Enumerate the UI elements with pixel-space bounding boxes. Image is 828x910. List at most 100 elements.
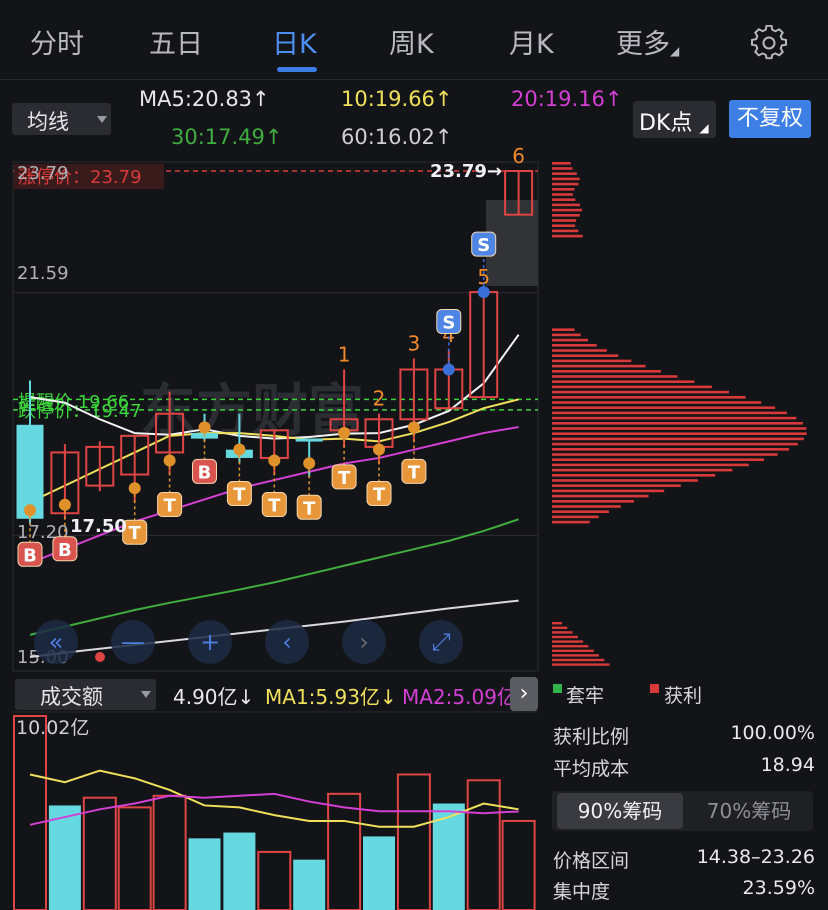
marker-badge-text: T <box>338 468 351 489</box>
concentration-label: 集中度 <box>553 881 611 903</box>
chip-bar <box>552 427 807 430</box>
chevron-right-icon-glyph: › <box>359 628 369 656</box>
chip-bar <box>552 416 797 420</box>
chip-bar <box>552 349 607 352</box>
marker-badge-text: B <box>58 540 72 561</box>
chip-bar <box>552 635 578 639</box>
marker-dot <box>268 454 281 467</box>
volume-bar <box>152 794 187 910</box>
marker-badge-text: T <box>303 498 316 519</box>
volume-value: 4.90亿↓ <box>173 685 255 709</box>
chip-bar <box>552 370 662 373</box>
chip-bar <box>552 494 649 498</box>
chip-bar <box>552 380 695 383</box>
chip-bar <box>552 208 582 212</box>
chip-bar <box>552 520 590 524</box>
marker-dot <box>24 504 36 517</box>
volume-bar <box>293 859 326 910</box>
volume-bar <box>396 773 431 910</box>
kline-chart[interactable]: 东方财富涨停价：23.79提醒价 19.66跌停价：19.4723.7921.5… <box>0 0 828 910</box>
legend-trapped-label: 套牢 <box>566 685 605 707</box>
chip-bar <box>552 654 600 657</box>
chip-bar <box>552 188 575 191</box>
volume-bar <box>188 838 221 910</box>
marker-dot <box>198 421 211 434</box>
chevron-right-icon[interactable]: › <box>342 620 386 664</box>
chip-bar <box>552 489 665 493</box>
chevron-right-icon[interactable]: › <box>510 677 538 711</box>
chip-bar <box>552 500 634 503</box>
chip-bar <box>552 401 762 404</box>
marker-badge-text: S <box>442 312 455 333</box>
price-range-label: 价格区间 <box>553 850 630 872</box>
chip-bar <box>552 658 605 662</box>
candle-body <box>295 438 323 442</box>
zoom-out-icon[interactable]: — <box>111 620 155 664</box>
expand-icon[interactable]: ⤢ <box>419 620 463 664</box>
chip-bar <box>552 354 619 357</box>
marker-dot <box>338 426 351 439</box>
marker-badge-text: T <box>163 496 176 517</box>
volume-indicator-label: 成交额 <box>40 685 103 709</box>
marker-dot <box>233 443 246 456</box>
volume-bar <box>257 850 292 910</box>
chip-bar <box>552 229 579 233</box>
chip-bar <box>552 193 573 196</box>
wave-label: 1 <box>338 342 351 366</box>
volume-bar <box>48 805 81 910</box>
price-range-value: 14.38–23.26 <box>696 846 815 868</box>
chip-bar <box>552 338 589 342</box>
chevrons-left-icon[interactable]: « <box>34 620 78 664</box>
chip-bar <box>552 448 790 451</box>
marker-dot <box>58 498 71 511</box>
chip-bar <box>552 396 746 399</box>
chip-bar <box>552 479 698 482</box>
chip-bar <box>552 442 798 446</box>
marker-dot <box>477 286 490 299</box>
average-cost-label: 平均成本 <box>553 758 630 780</box>
chip-bar <box>552 177 580 181</box>
chip-bar <box>552 385 712 389</box>
chip-bar <box>552 453 778 456</box>
profit-ratio-value: 100.00% <box>730 722 815 744</box>
chip-bar <box>552 167 573 170</box>
chip-bar <box>552 458 765 461</box>
chip-bar <box>552 422 803 425</box>
average-cost-value: 18.94 <box>760 754 815 776</box>
chip-90-button[interactable]: 90%筹码 <box>557 793 683 829</box>
chip-bar <box>552 328 575 331</box>
marker-dot <box>163 454 176 467</box>
chip-bar <box>552 468 733 472</box>
zoom-in-icon[interactable]: + <box>188 620 232 664</box>
wave-label: 3 <box>408 331 421 355</box>
marker-dot <box>407 421 420 434</box>
concentration-value: 23.59% <box>742 877 815 899</box>
legend-swatch-trapped <box>553 684 562 693</box>
volume-ma1-value: MA1:5.93亿↓ <box>265 685 397 709</box>
chip-bar <box>552 172 577 175</box>
marker-badge-text: T <box>129 523 142 544</box>
marker-dot <box>442 363 455 376</box>
volume-bar <box>13 715 47 910</box>
chip-bar <box>552 649 594 652</box>
zoom-out-icon-glyph: — <box>121 628 145 656</box>
volume-indicator-select[interactable]: 成交额 <box>15 679 156 710</box>
legend-swatch-profit <box>650 684 659 693</box>
chip-bar <box>552 162 571 165</box>
chip-bar <box>552 631 573 634</box>
chip-bar <box>552 484 681 487</box>
chip-bar <box>552 406 776 409</box>
chip-bar <box>552 214 580 217</box>
chevron-left-icon[interactable]: ‹ <box>265 620 309 664</box>
chip-bar <box>552 510 609 513</box>
chip-bar <box>552 505 621 508</box>
marker-badge-text: B <box>198 462 212 483</box>
marker-dot <box>303 457 316 470</box>
marker-badge-text: T <box>233 484 246 505</box>
chip-70-button[interactable]: 70%筹码 <box>690 793 808 829</box>
chip-bar <box>552 463 749 467</box>
marker-badge-text: S <box>477 235 490 256</box>
chip-bar <box>552 437 804 441</box>
price-axis-label: 23.79 <box>17 163 69 184</box>
chip-bar <box>552 333 581 337</box>
